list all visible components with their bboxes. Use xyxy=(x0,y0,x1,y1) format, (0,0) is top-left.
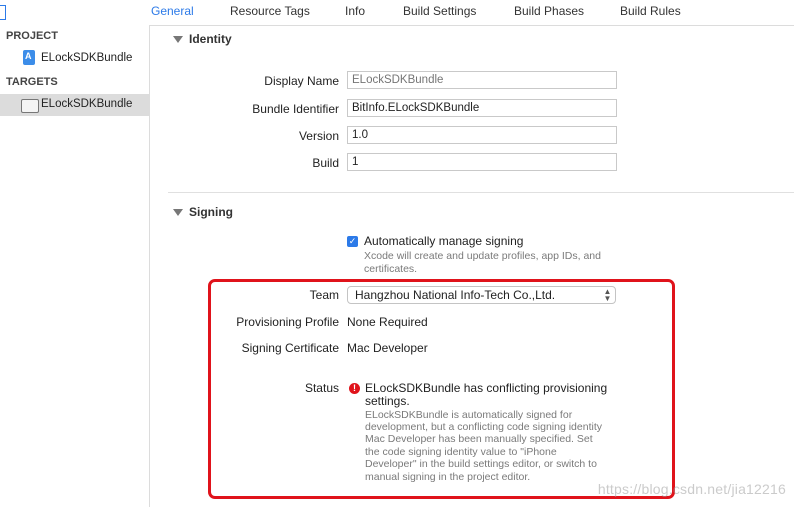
build-field[interactable]: 1 xyxy=(347,153,617,171)
bundle-identifier-field[interactable]: BitInfo.ELockSDKBundle xyxy=(347,99,617,117)
section-divider xyxy=(168,192,794,193)
project-navigator: PROJECT ELockSDKBundle TARGETS ELockSDKB… xyxy=(0,25,150,507)
tab-general[interactable]: General xyxy=(151,4,194,18)
navigator-toggle-icon[interactable] xyxy=(0,5,6,20)
sidebar-item-target[interactable]: ELockSDKBundle xyxy=(0,94,149,116)
disclosure-triangle-icon[interactable] xyxy=(173,209,183,216)
display-name-field[interactable] xyxy=(347,71,617,89)
signing-section-title: Signing xyxy=(189,205,233,219)
disclosure-triangle-icon[interactable] xyxy=(173,36,183,43)
annotation-highlight-box xyxy=(208,279,675,499)
build-label: Build xyxy=(312,156,339,170)
sidebar-item-project[interactable]: ELockSDKBundle xyxy=(0,48,149,70)
auto-manage-signing-label: Automatically manage signing xyxy=(364,234,524,248)
editor-tab-bar: General Resource Tags Info Build Setting… xyxy=(0,0,794,26)
project-heading: PROJECT xyxy=(6,30,58,42)
sidebar-item-label: ELockSDKBundle xyxy=(41,98,133,110)
sidebar-item-label: ELockSDKBundle xyxy=(41,52,133,64)
tab-build-phases[interactable]: Build Phases xyxy=(514,4,584,18)
display-name-label: Display Name xyxy=(264,74,339,88)
auto-manage-hint-line1: Xcode will create and update profiles, a… xyxy=(364,250,601,262)
general-settings-pane: Identity Display Name Bundle Identifier … xyxy=(150,26,794,507)
xcode-project-icon xyxy=(23,50,35,65)
auto-manage-hint-line2: certificates. xyxy=(364,263,418,275)
tab-info[interactable]: Info xyxy=(345,4,365,18)
bundle-identifier-label: Bundle Identifier xyxy=(252,102,339,116)
watermark: https://blog.csdn.net/jia12216 xyxy=(597,481,786,497)
auto-manage-signing-checkbox[interactable]: ✓ xyxy=(347,236,358,247)
bundle-target-icon xyxy=(21,99,39,113)
tab-resource-tags[interactable]: Resource Tags xyxy=(230,4,310,18)
version-label: Version xyxy=(298,129,339,143)
version-field[interactable]: 1.0 xyxy=(347,126,617,144)
identity-section-title: Identity xyxy=(189,32,232,46)
tab-build-settings[interactable]: Build Settings xyxy=(403,4,476,18)
tab-build-rules[interactable]: Build Rules xyxy=(620,4,681,18)
targets-heading: TARGETS xyxy=(6,76,58,88)
